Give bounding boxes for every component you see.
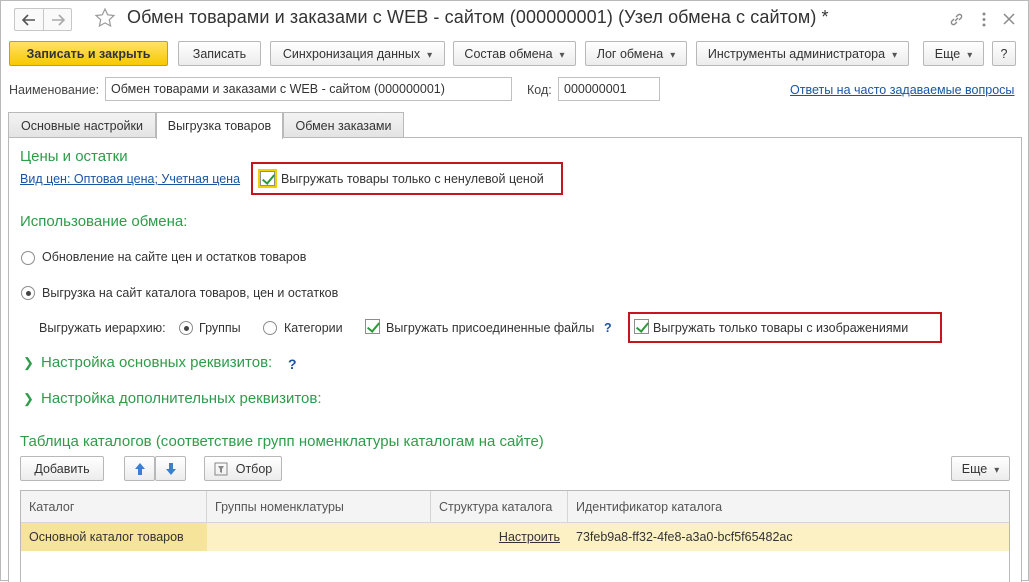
name-field[interactable]: Обмен товарами и заказами с WEB - сайтом…	[105, 77, 512, 101]
table-row[interactable]: Основной каталог товаров Настроить 73feb…	[21, 523, 1009, 551]
table-more-button[interactable]: Еще	[951, 456, 1010, 481]
attached-files-label: Выгружать присоединенные файлы	[386, 321, 595, 335]
more-menu-button[interactable]: Еще	[923, 41, 984, 66]
usage-section-title: Использование обмена:	[20, 213, 188, 230]
radio-hierarchy-groups-label: Группы	[199, 321, 241, 335]
tab-goods-export[interactable]: Выгрузка товаров	[156, 112, 283, 139]
admin-tools-menu-button[interactable]: Инструменты администратора	[696, 41, 909, 66]
extra-attrs-group[interactable]: Настройка дополнительных реквизитов:	[41, 390, 322, 407]
radio-prices-stock[interactable]	[21, 251, 35, 265]
arrow-up-icon	[134, 462, 145, 475]
prices-section-title: Цены и остатки	[20, 148, 128, 165]
tab-main-settings[interactable]: Основные настройки	[8, 112, 156, 138]
radio-prices-stock-label: Обновление на сайте цен и остатков товар…	[42, 250, 307, 264]
back-button[interactable]	[14, 8, 43, 31]
chevron-right-icon[interactable]: ❯	[23, 391, 34, 407]
hierarchy-label: Выгружать иерархию:	[39, 321, 166, 335]
radio-catalog-export-label: Выгрузка на сайт каталога товаров, цен и…	[42, 286, 339, 300]
add-button[interactable]: Добавить	[20, 456, 104, 481]
window: Обмен товарами и заказами с WEB - сайтом…	[0, 0, 1029, 582]
arrow-down-icon	[165, 462, 176, 475]
sync-label: Синхронизация данных	[283, 47, 432, 61]
cell-catalog-id[interactable]: 73feb9a8-ff32-4fe8-a3a0-bcf5f65482ac	[568, 523, 1009, 551]
radio-hierarchy-categories[interactable]	[263, 321, 277, 335]
admin-tools-label: Инструменты администратора	[708, 47, 897, 61]
exchange-log-menu-button[interactable]: Лог обмена	[585, 41, 687, 66]
pick-button[interactable]: Отбор	[204, 456, 282, 481]
move-up-button[interactable]	[124, 456, 155, 481]
table-more-label: Еще	[962, 462, 999, 476]
price-types-link[interactable]: Вид цен: Оптовая цена; Учетная цена	[20, 172, 240, 186]
help-button[interactable]: ?	[992, 41, 1016, 66]
table-header: Каталог Группы номенклатуры Структура ка…	[21, 491, 1009, 523]
forward-button[interactable]	[43, 8, 72, 31]
main-attrs-group[interactable]: Настройка основных реквизитов:	[41, 354, 272, 371]
pick-label: Отбор	[235, 461, 273, 476]
window-title: Обмен товарами и заказами с WEB - сайтом…	[127, 7, 829, 27]
nonzero-price-label: Выгружать товары только с ненулевой цено…	[281, 172, 544, 186]
main-attrs-help-icon[interactable]: ?	[288, 356, 297, 372]
cell-catalog[interactable]: Основной каталог товаров	[21, 523, 207, 551]
column-header-groups[interactable]: Группы номенклатуры	[207, 491, 431, 523]
column-header-catalog[interactable]: Каталог	[21, 491, 207, 523]
chevron-right-icon[interactable]: ❯	[23, 355, 34, 371]
save-button[interactable]: Записать	[178, 41, 261, 66]
cell-groups[interactable]	[207, 523, 431, 551]
catalogs-table: Каталог Группы номенклатуры Структура ка…	[20, 490, 1010, 582]
save-and-close-button[interactable]: Записать и закрыть	[9, 41, 168, 66]
filter-icon	[214, 462, 228, 475]
radio-hierarchy-categories-label: Категории	[284, 321, 343, 335]
images-only-label: Выгружать только товары с изображениями	[653, 321, 909, 335]
nonzero-price-checkbox[interactable]	[258, 169, 277, 188]
cell-structure-configure-link[interactable]: Настроить	[431, 523, 568, 551]
arrow-right-icon	[51, 13, 65, 26]
sync-menu-button[interactable]: Синхронизация данных	[270, 41, 445, 66]
attached-files-help-icon[interactable]: ?	[604, 321, 612, 335]
title-bar: Обмен товарами и заказами с WEB - сайтом…	[1, 1, 1028, 37]
column-header-structure[interactable]: Структура каталога	[431, 491, 568, 523]
name-label: Наименование:	[9, 83, 100, 97]
exchange-content-menu-button[interactable]: Состав обмена	[453, 41, 576, 66]
column-header-id[interactable]: Идентификатор каталога	[568, 491, 1009, 523]
exchange-log-label: Лог обмена	[597, 47, 675, 61]
faq-link[interactable]: Ответы на часто задаваемые вопросы	[790, 83, 1014, 97]
catalogs-section-title: Таблица каталогов (соответствие групп но…	[20, 433, 544, 450]
exchange-content-label: Состав обмена	[464, 47, 564, 61]
tab-orders-exchange[interactable]: Обмен заказами	[283, 112, 404, 138]
close-icon[interactable]	[1000, 10, 1018, 28]
radio-hierarchy-groups[interactable]	[179, 321, 193, 335]
more-label: Еще	[935, 47, 972, 61]
images-only-checkbox[interactable]	[634, 319, 649, 334]
code-label: Код:	[527, 83, 552, 97]
arrow-left-icon	[22, 13, 35, 26]
radio-catalog-export[interactable]	[21, 286, 35, 300]
favorite-star-icon[interactable]	[94, 7, 116, 29]
link-icon[interactable]	[947, 10, 965, 28]
attached-files-checkbox[interactable]	[365, 319, 380, 334]
move-down-button[interactable]	[155, 456, 186, 481]
code-field[interactable]: 000000001	[558, 77, 660, 101]
toolbar: Записать и закрыть Записать Синхронизаци…	[1, 41, 1028, 67]
more-icon[interactable]	[975, 10, 993, 28]
